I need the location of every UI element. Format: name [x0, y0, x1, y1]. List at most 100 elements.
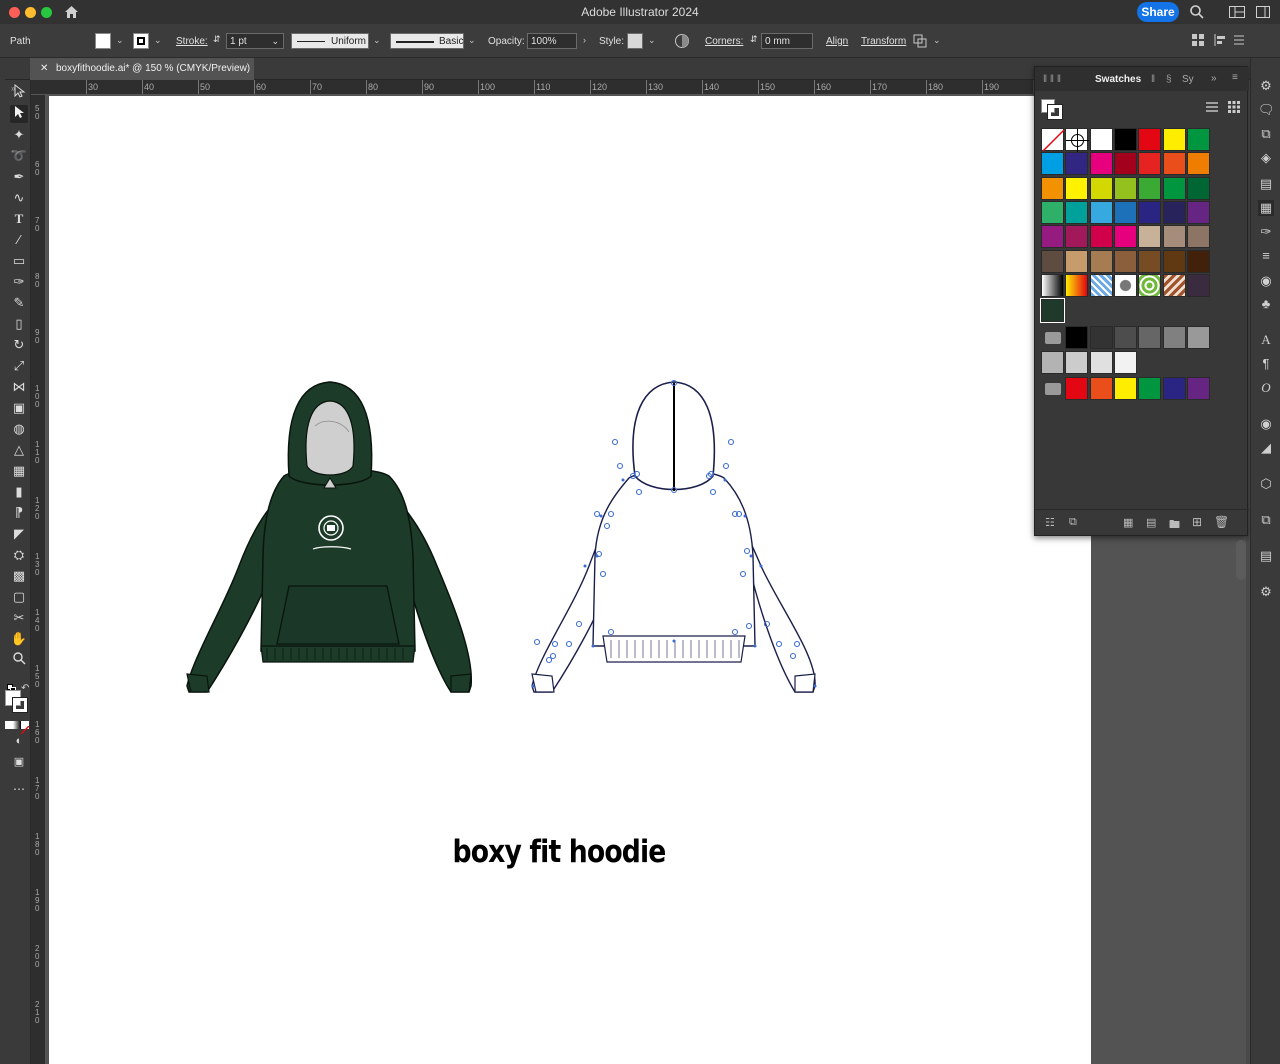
gray-swatch[interactable] — [1113, 326, 1137, 350]
character-icon[interactable]: A — [1258, 332, 1274, 348]
color-swatch[interactable] — [1113, 200, 1137, 224]
paragraph-icon[interactable]: ¶ — [1258, 356, 1274, 372]
eraser-icon[interactable]: ▯ — [10, 315, 28, 333]
color-swatch[interactable] — [1041, 128, 1065, 152]
3d-icon[interactable]: ⬡ — [1258, 476, 1274, 492]
align-link[interactable]: Align — [826, 36, 848, 47]
bright-swatch[interactable] — [1113, 377, 1137, 400]
pattern-swatch[interactable] — [1065, 273, 1089, 297]
gray-swatch[interactable] — [1162, 326, 1186, 350]
variable-width-profile-select[interactable]: Uniform — [291, 33, 369, 49]
color-swatch[interactable] — [1186, 128, 1210, 151]
width-icon[interactable]: ⋈ — [10, 378, 28, 396]
opacity-field[interactable]: 100% — [527, 33, 577, 49]
artboard-icon[interactable]: ▢ — [10, 588, 28, 606]
color-swatch[interactable] — [1162, 176, 1186, 200]
panel-stroke-indicator[interactable] — [1047, 104, 1063, 120]
eyedropper-icon[interactable]: ⁋ — [10, 504, 28, 522]
opacity-label[interactable]: Opacity: — [488, 36, 525, 47]
color-swatch[interactable] — [1089, 249, 1113, 273]
align-options-icon[interactable] — [1214, 34, 1228, 46]
profile-dropdown-chevron-icon[interactable]: ⌄ — [373, 35, 381, 46]
graphic-style-swatch[interactable] — [627, 33, 643, 49]
swap-fill-stroke-icon[interactable]: ↶ — [21, 683, 29, 694]
gradient-mode-icon[interactable] — [13, 721, 21, 729]
rotate-icon[interactable]: ↻ — [10, 336, 28, 354]
appearance-icon[interactable]: ◉ — [1258, 416, 1274, 432]
asset-export-icon[interactable]: ▤ — [1258, 176, 1274, 192]
properties-icon[interactable]: ⚙ — [1258, 78, 1274, 94]
gray-swatch[interactable] — [1041, 350, 1064, 374]
pattern-swatch[interactable] — [1113, 273, 1137, 297]
swatch-options-icon[interactable]: ▤ — [1146, 516, 1156, 529]
vertical-scrollbar[interactable] — [1236, 540, 1246, 580]
swatch-libraries-menu-icon[interactable]: ☷ — [1045, 516, 1055, 529]
hand-icon[interactable]: ✋ — [10, 630, 28, 648]
gradient-icon[interactable]: ▮ — [10, 483, 28, 501]
symbols-icon[interactable]: ♣ — [1258, 296, 1274, 312]
color-swatch[interactable] — [1113, 128, 1137, 151]
curvature-icon[interactable]: ∿ — [10, 189, 28, 207]
color-swatch[interactable] — [1186, 225, 1210, 249]
hoodie-artwork[interactable] — [49, 96, 1091, 1064]
paintbrush-icon[interactable]: ✑ — [10, 273, 28, 291]
pattern-swatch[interactable] — [1089, 273, 1113, 297]
graphic-styles-icon[interactable]: ◢ — [1258, 440, 1274, 456]
magic-wand-icon[interactable]: ✦ — [10, 126, 28, 144]
gray-swatch[interactable] — [1065, 350, 1089, 374]
links-icon[interactable]: ▤ — [1258, 548, 1274, 564]
symbol-sprayer-icon[interactable]: ⛭ — [10, 546, 28, 564]
new-swatch-icon[interactable]: ⊞ — [1192, 515, 1202, 529]
color-swatch[interactable] — [1113, 249, 1137, 273]
stroke-label[interactable]: Stroke: — [176, 36, 208, 47]
rectangle-icon[interactable]: ▭ — [10, 252, 28, 270]
gray-swatch[interactable] — [1186, 326, 1210, 350]
artboard[interactable]: boxy fit hoodie — [49, 96, 1091, 1064]
color-swatch[interactable] — [1089, 128, 1113, 151]
control-bar-menu-icon[interactable] — [1234, 34, 1244, 46]
direct-selection-icon[interactable] — [10, 105, 28, 123]
color-swatch[interactable] — [1065, 200, 1089, 224]
line-icon[interactable]: ∕ — [10, 231, 28, 249]
stroke-icon[interactable]: ≡ — [1258, 248, 1274, 264]
corners-stepper-icon[interactable]: ⇵ — [750, 34, 758, 45]
search-icon[interactable] — [1189, 4, 1205, 20]
gray-swatch[interactable] — [1138, 326, 1162, 350]
recolor-artwork-icon[interactable] — [674, 33, 690, 49]
isolate-group-icon[interactable] — [913, 34, 927, 48]
color-swatch[interactable] — [1162, 128, 1186, 151]
scale-icon[interactable]: ⤢ — [10, 357, 28, 375]
panel-menu-icon[interactable]: ≡ — [1232, 72, 1238, 83]
pathfinder-icon[interactable]: ⧉ — [1258, 512, 1274, 528]
perspective-icon[interactable]: △ — [10, 441, 28, 459]
swatches-icon[interactable]: ▦ — [1258, 200, 1274, 216]
stroke-indicator[interactable] — [12, 697, 28, 713]
place-swatch-icon[interactable]: ⧉ — [1069, 516, 1077, 529]
show-swatch-kinds-icon[interactable]: ▦ — [1123, 516, 1133, 529]
color-swatch[interactable] — [1065, 249, 1089, 273]
comments-icon[interactable]: 🗨 — [1258, 102, 1275, 118]
color-swatch[interactable] — [1065, 128, 1090, 152]
fill-color-swatch[interactable] — [95, 33, 111, 49]
bright-swatch[interactable] — [1089, 377, 1113, 400]
color-swatch[interactable] — [1041, 176, 1064, 200]
color-swatch[interactable] — [1186, 249, 1210, 273]
graph-icon[interactable]: ▩ — [10, 567, 28, 585]
gray-swatch[interactable] — [1089, 326, 1113, 350]
edit-toolbar-icon[interactable]: ⋯ — [10, 780, 28, 798]
close-tab-icon[interactable]: ✕ — [40, 63, 48, 74]
bright-swatch[interactable] — [1162, 377, 1186, 400]
color-swatch[interactable] — [1186, 152, 1210, 176]
arrange-documents-icon[interactable] — [1192, 34, 1204, 46]
color-swatch[interactable] — [1089, 152, 1113, 176]
selected-hoodie-green-swatch[interactable] — [1040, 298, 1065, 324]
blob-brush-icon[interactable]: ✎ — [10, 294, 28, 312]
mesh-icon[interactable]: ▦ — [10, 462, 28, 480]
color-swatch[interactable] — [1186, 176, 1210, 200]
stroke-dropdown-chevron-icon[interactable]: ⌄ — [154, 35, 162, 46]
stroke-color-swatch[interactable] — [133, 33, 149, 49]
bright-group-folder-icon[interactable] — [1045, 383, 1061, 395]
type-icon[interactable]: T — [10, 210, 28, 228]
color-swatch[interactable] — [1138, 225, 1162, 249]
corners-field[interactable]: 0 mm — [761, 33, 813, 49]
